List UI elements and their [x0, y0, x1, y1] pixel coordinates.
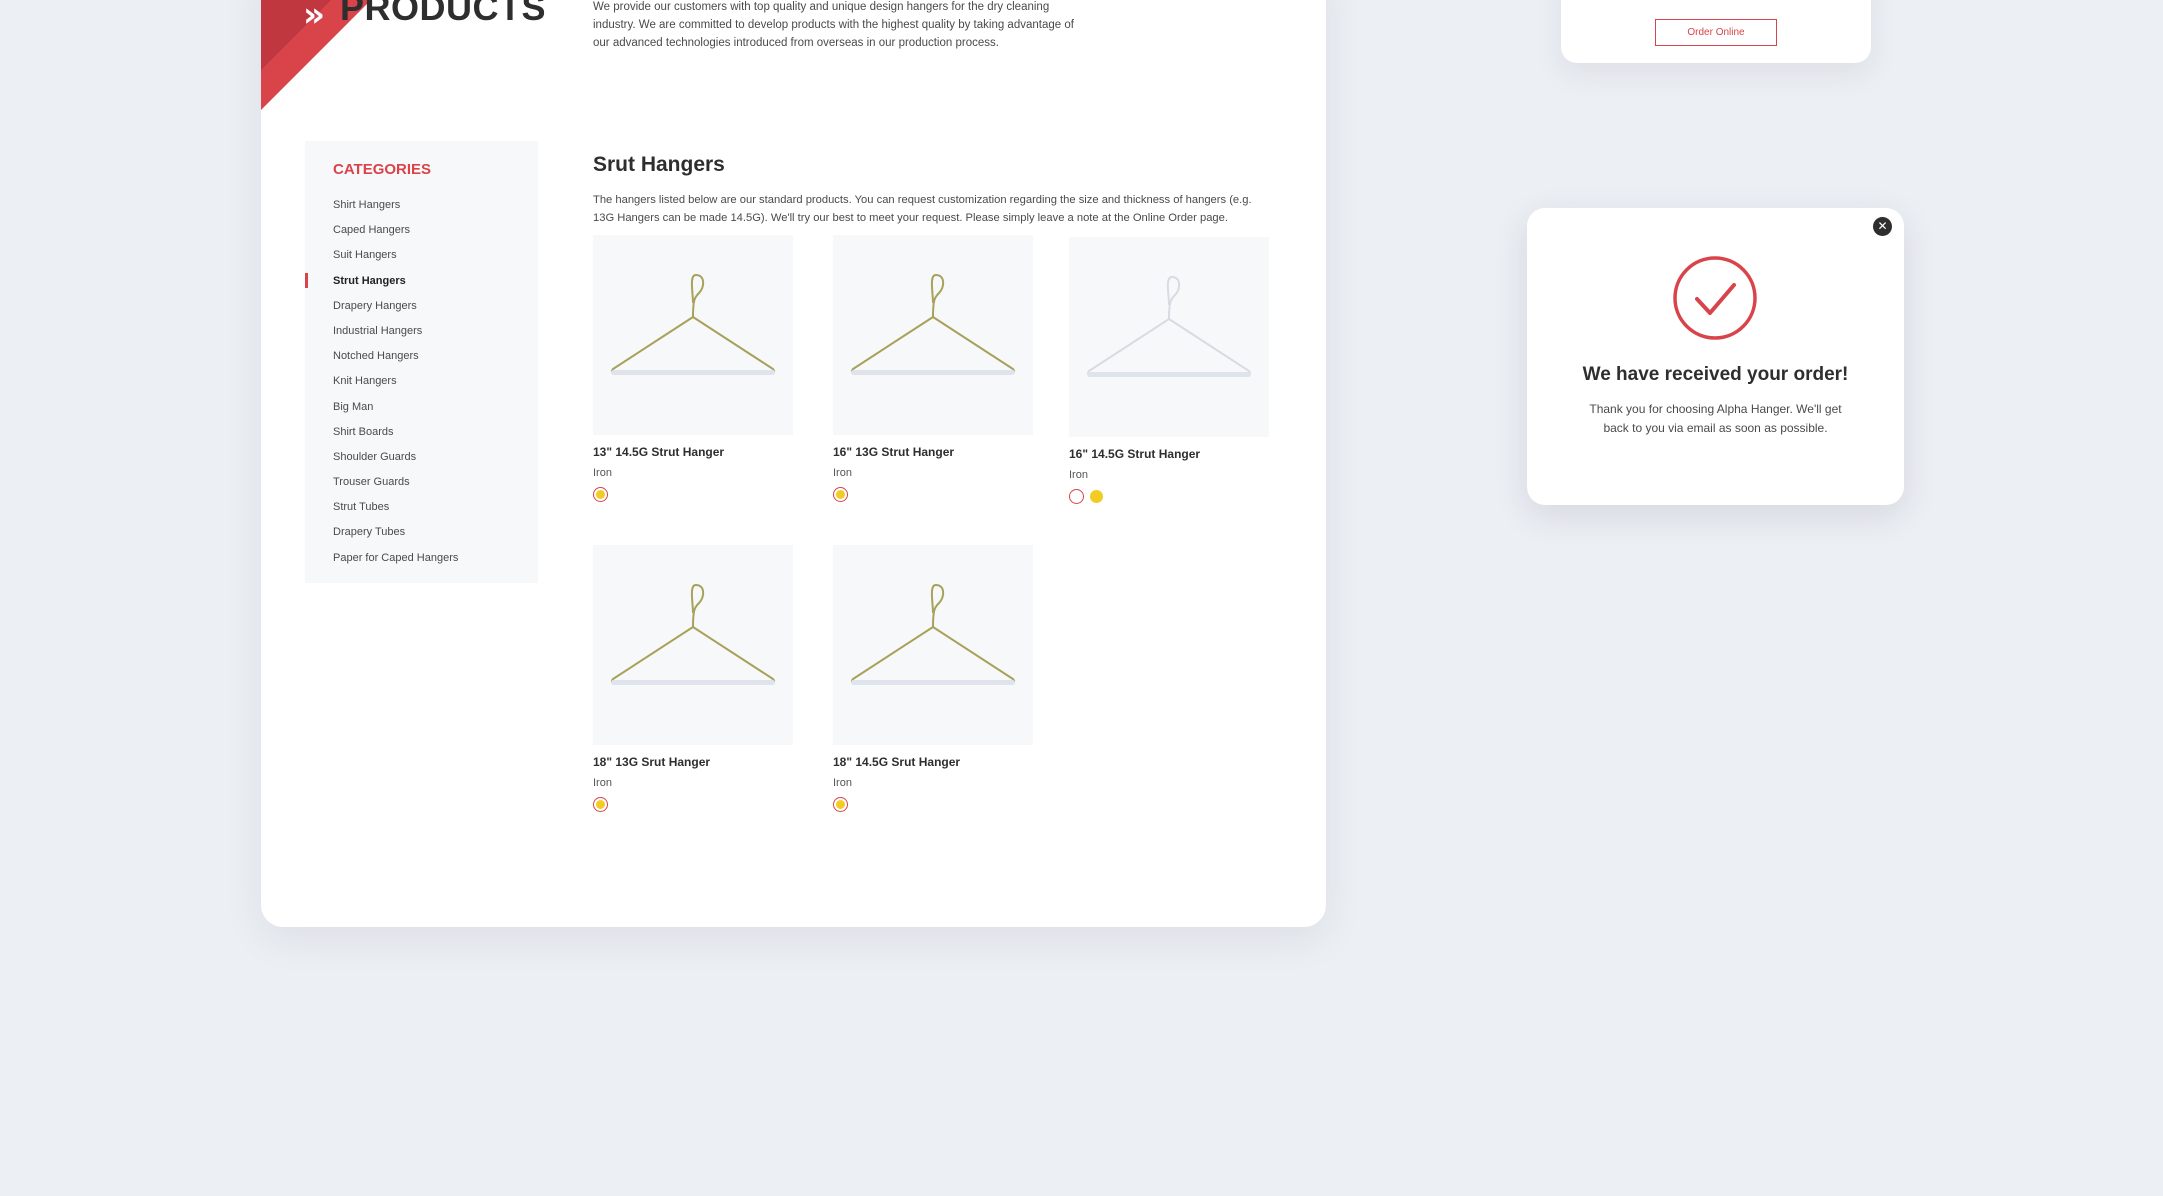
product-material: Iron	[833, 777, 852, 789]
color-swatch[interactable]	[833, 487, 848, 502]
category-item[interactable]: Strut Tubes	[305, 499, 538, 524]
intro-text: We provide our customers with top qualit…	[593, 1, 1074, 49]
category-item[interactable]: Notched Hangers	[305, 348, 538, 373]
category-item[interactable]: Trouser Guards	[305, 474, 538, 499]
product-name[interactable]: 16" 14.5G Strut Hanger	[1069, 447, 1269, 461]
product-name[interactable]: 13" 14.5G Strut Hanger	[593, 445, 793, 459]
color-swatch[interactable]	[593, 487, 608, 502]
check-circle-icon	[1673, 256, 1757, 340]
category-item[interactable]: Caped Hangers	[305, 222, 538, 247]
category-item[interactable]: Suit Hangers	[305, 247, 538, 272]
category-item[interactable]: Shoulder Guards	[305, 449, 538, 474]
category-item[interactable]: Shirt Boards	[305, 424, 538, 449]
color-swatches	[1069, 489, 1269, 505]
categories-sidebar: CATEGORIES Shirt Hangers Caped Hangers Sui…	[305, 141, 538, 583]
product-card[interactable]: 13" 14.5G Strut Hanger Iron	[593, 235, 793, 503]
categories-heading: CATEGORIES	[333, 161, 432, 178]
product-image[interactable]	[833, 235, 1033, 435]
close-icon[interactable]: ✕	[1873, 217, 1892, 236]
modal-title: We have received your order!	[1582, 364, 1849, 385]
color-swatches	[593, 797, 793, 813]
section-description: The hangers listed below are our standar…	[593, 194, 1252, 224]
product-card[interactable]: 16" 14.5G Strut Hanger Iron	[1069, 237, 1269, 505]
product-material: Iron	[593, 777, 612, 789]
section-title: Srut Hangers	[593, 153, 725, 176]
product-material: Iron	[833, 467, 852, 479]
category-item[interactable]: Shirt Hangers	[305, 197, 538, 222]
products-card: ›› PRODUCTS We provide our customers wit…	[261, 0, 1326, 927]
category-item[interactable]: Big Man	[305, 399, 538, 424]
color-swatch[interactable]	[593, 797, 608, 812]
category-item[interactable]: Paper for Caped Hangers	[305, 550, 538, 575]
category-item[interactable]: Knit Hangers	[305, 373, 538, 398]
order-card: Order Online	[1561, 0, 1871, 63]
product-name[interactable]: 18" 14.5G Srut Hanger	[833, 755, 1033, 769]
product-image[interactable]	[1069, 237, 1269, 437]
color-swatch[interactable]	[1069, 489, 1084, 504]
product-material: Iron	[593, 467, 612, 479]
category-item[interactable]: Drapery Hangers	[305, 298, 538, 323]
product-card[interactable]: 16" 13G Strut Hanger Iron	[833, 235, 1033, 503]
page-title: PRODUCTS	[340, 0, 547, 28]
product-card[interactable]: 18" 13G Srut Hanger Iron	[593, 545, 793, 813]
product-name[interactable]: 18" 13G Srut Hanger	[593, 755, 793, 769]
category-item[interactable]: Drapery Tubes	[305, 524, 538, 549]
order-confirmation-modal: ✕ We have received your order! Thank you…	[1527, 208, 1904, 505]
color-swatches	[593, 487, 793, 503]
product-image[interactable]	[593, 235, 793, 435]
product-material: Iron	[1069, 469, 1088, 481]
category-list: Shirt Hangers Caped Hangers Suit Hangers St…	[305, 197, 538, 575]
color-swatch[interactable]	[833, 797, 848, 812]
category-item[interactable]: Strut Hangers	[305, 272, 538, 298]
modal-message: Thank you for choosing Alpha Hanger. We'…	[1589, 402, 1842, 435]
color-swatches	[833, 487, 1033, 503]
color-swatches	[833, 797, 1033, 813]
product-image[interactable]	[593, 545, 793, 745]
product-name[interactable]: 16" 13G Strut Hanger	[833, 445, 1033, 459]
product-image[interactable]	[833, 545, 1033, 745]
order-online-button[interactable]: Order Online	[1655, 19, 1777, 46]
double-chevron-right-icon: ››	[303, 0, 325, 35]
category-item[interactable]: Industrial Hangers	[305, 323, 538, 348]
product-card[interactable]: 18" 14.5G Srut Hanger Iron	[833, 545, 1033, 813]
color-swatch[interactable]	[1090, 490, 1103, 503]
